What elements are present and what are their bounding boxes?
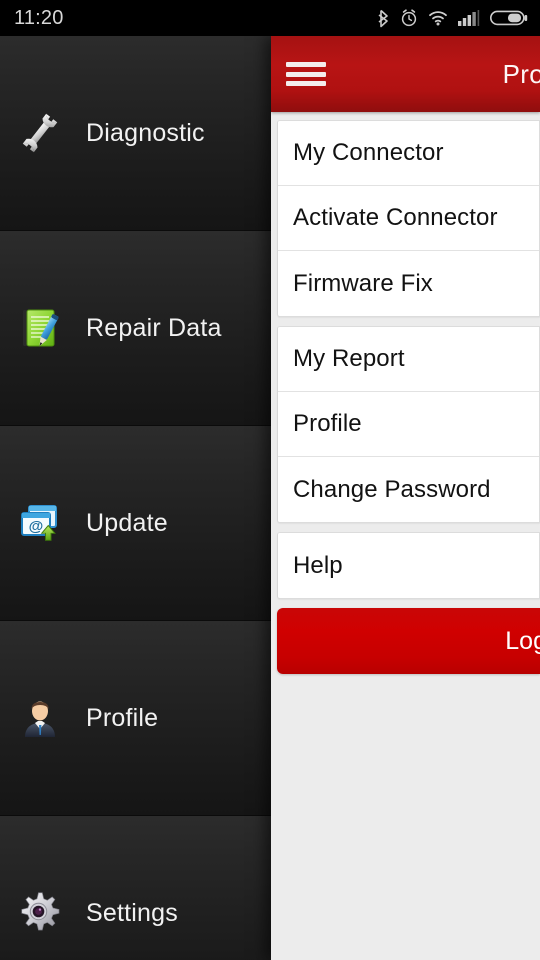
status-icons: [377, 9, 528, 28]
app-bar-title: Profile: [502, 58, 540, 89]
menu-item-label: Profile: [293, 410, 362, 437]
nav-item-repair-data[interactable]: Repair Data: [0, 231, 271, 426]
menu-item-label: Firmware Fix: [293, 269, 433, 297]
drawer-menu: My Connector Activate Connector Firmware…: [271, 112, 540, 674]
signal-icon: [458, 10, 480, 26]
bluetooth-icon: [377, 9, 390, 28]
app-bar: Profile: [271, 36, 540, 112]
hamburger-line: [286, 62, 326, 67]
main-navigation-list: Diagnostic Repair Data @ Update Profile …: [0, 36, 271, 960]
nav-item-settings[interactable]: Settings: [0, 816, 271, 960]
gear-icon: [14, 887, 66, 939]
hamburger-line: [286, 71, 326, 77]
navigation-drawer: Profile My Connector Activate Connector …: [271, 36, 540, 960]
nav-item-label: Repair Data: [86, 313, 222, 342]
status-clock: 11:20: [14, 6, 64, 29]
menu-item-my-connector[interactable]: My Connector: [278, 121, 539, 186]
battery-icon: [490, 9, 528, 27]
menu-item-label: My Report: [293, 345, 405, 372]
nav-item-label: Update: [86, 508, 168, 537]
menu-item-activate-connector[interactable]: Activate Connector: [278, 186, 539, 251]
hamburger-line: [286, 81, 326, 86]
menu-item-firmware-fix[interactable]: Firmware Fix: [278, 251, 539, 316]
menu-item-label: Activate Connector: [293, 204, 498, 231]
menu-item-change-password[interactable]: Change Password: [278, 457, 539, 522]
status-bar: 11:20: [0, 0, 540, 36]
wifi-icon: [428, 10, 448, 26]
notebook-pencil-icon: [14, 302, 66, 354]
nav-item-label: Profile: [86, 703, 159, 732]
person-avatar-icon: [14, 692, 66, 744]
menu-item-my-report[interactable]: My Report: [278, 327, 539, 392]
logout-button[interactable]: Logout: [277, 608, 540, 674]
menu-group-connector: My Connector Activate Connector Firmware…: [277, 120, 540, 317]
nav-item-update[interactable]: @ Update: [0, 426, 271, 621]
wrench-icon: [14, 107, 66, 159]
nav-item-diagnostic[interactable]: Diagnostic: [0, 36, 271, 231]
menu-item-help[interactable]: Help: [278, 533, 539, 598]
menu-item-label: Change Password: [293, 475, 491, 503]
nav-item-profile[interactable]: Profile: [0, 621, 271, 816]
menu-group-support: Help: [277, 532, 540, 599]
hamburger-icon[interactable]: [286, 59, 326, 89]
menu-item-label: My Connector: [293, 139, 444, 166]
menu-group-account: My Report Profile Change Password: [277, 326, 540, 523]
alarm-icon: [400, 9, 418, 27]
svg-text:@: @: [29, 518, 44, 535]
menu-item-profile[interactable]: Profile: [278, 392, 539, 457]
logout-button-label: Logout: [505, 626, 540, 655]
nav-item-label: Settings: [86, 898, 178, 927]
window-update-icon: @: [14, 497, 66, 549]
nav-item-label: Diagnostic: [86, 118, 205, 147]
menu-item-label: Help: [293, 551, 343, 579]
